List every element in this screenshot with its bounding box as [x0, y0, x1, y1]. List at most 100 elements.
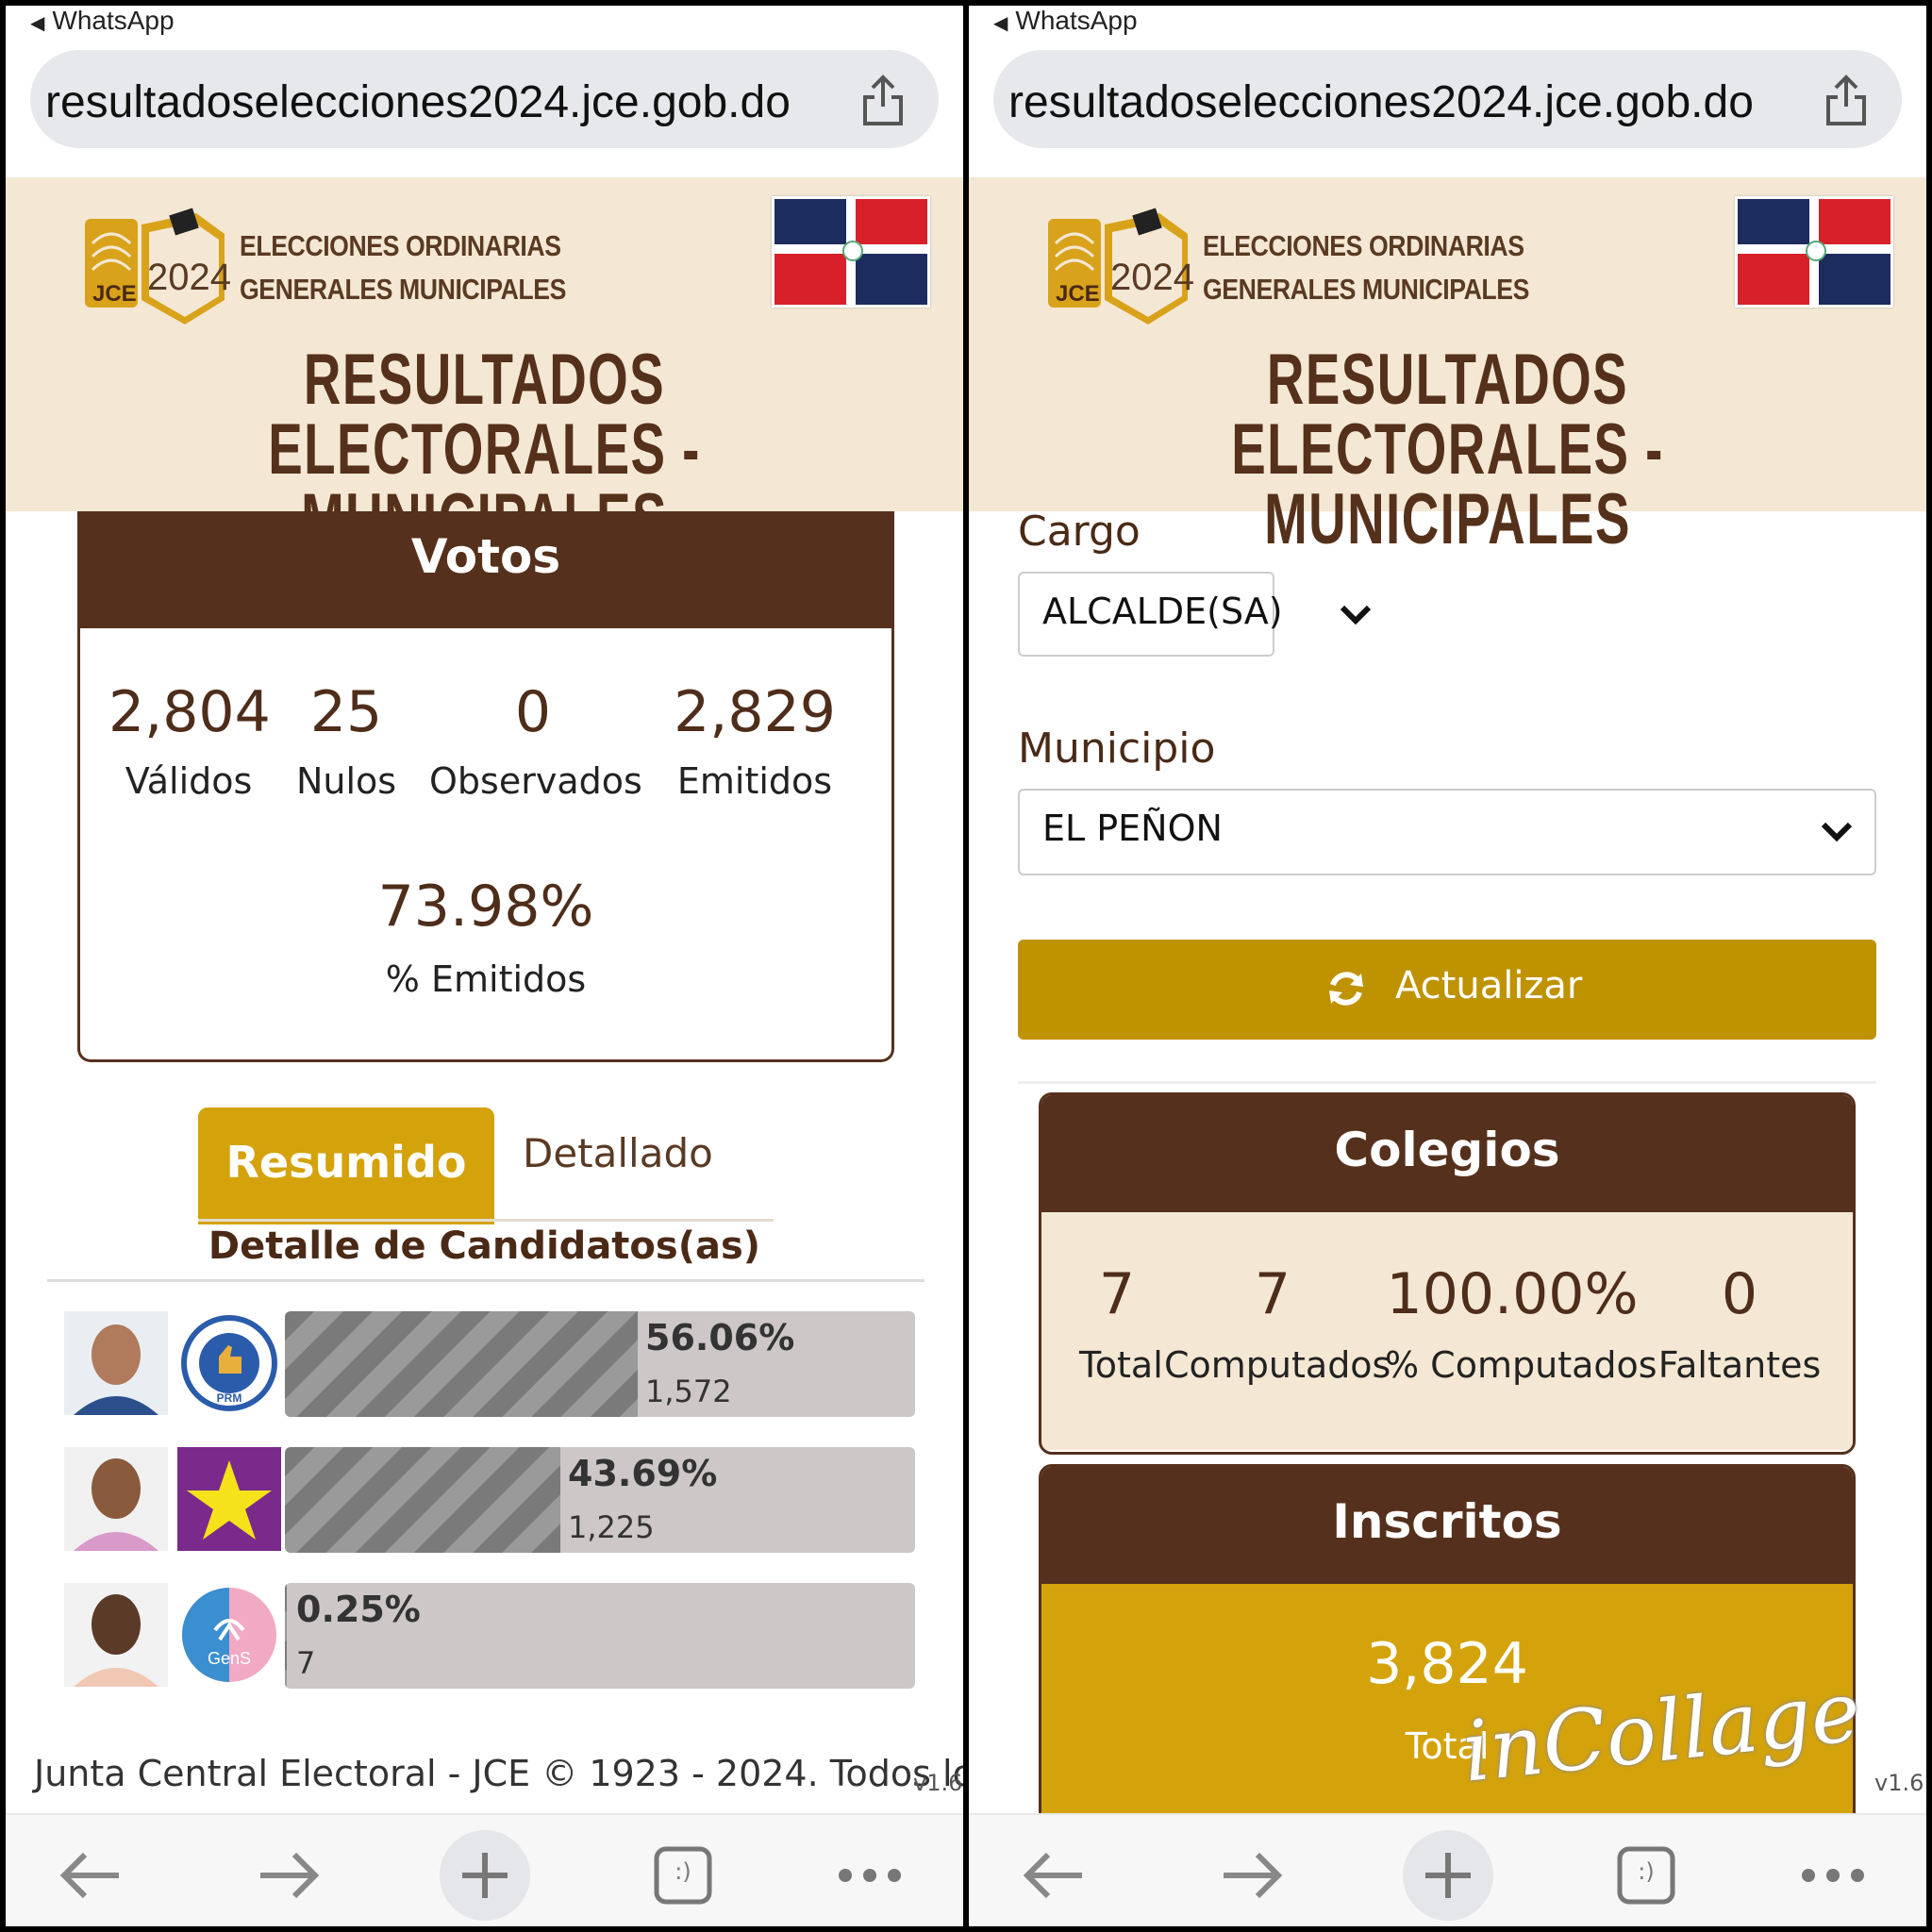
- address-bar[interactable]: resultadoselecciones2024.jce.gob.do: [30, 50, 939, 148]
- colegios-heading: Colegios: [1041, 1095, 1853, 1212]
- party-logo-text: PRM: [217, 1391, 242, 1405]
- site-header: JCE 2024 ELECCIONES ORDINARIAS GENERALES…: [6, 177, 963, 556]
- back-to-app[interactable]: ◀ WhatsApp: [30, 6, 175, 36]
- candidate-row: PRM 56.06% 1,572: [64, 1311, 919, 1421]
- stat-validos: 2,804 Válidos: [108, 679, 271, 802]
- version-label: v1.6: [913, 1770, 963, 1796]
- refresh-icon: [1329, 972, 1363, 1006]
- back-app-label: WhatsApp: [52, 6, 175, 35]
- candidate-votes: 7: [296, 1645, 316, 1681]
- pct-computados-label: % Computados: [1385, 1344, 1657, 1386]
- candidate-photo: [64, 1583, 168, 1687]
- back-triangle-icon: ◀: [993, 13, 1008, 34]
- stat-observados: 0 Observados: [429, 679, 642, 802]
- pct-emitidos-value: 73.98%: [377, 874, 594, 940]
- tabs-button[interactable]: :): [636, 1828, 730, 1923]
- stat-total: 7 Total: [1079, 1261, 1163, 1386]
- vote-bar-fill: [285, 1447, 560, 1553]
- forward-arrow-icon[interactable]: [1205, 1828, 1299, 1923]
- back-app-label: WhatsApp: [1015, 6, 1138, 35]
- party-logo-text: GenS: [208, 1649, 251, 1668]
- municipio-select[interactable]: EL PEÑON: [1018, 789, 1876, 875]
- cargo-label: Cargo: [1018, 511, 1141, 556]
- address-bar[interactable]: resultadoselecciones2024.jce.gob.do: [993, 50, 1902, 148]
- candidate-photo: [64, 1311, 168, 1415]
- observados-label: Observados: [429, 760, 642, 802]
- gens-party-logo: GenS: [182, 1588, 276, 1682]
- right-screenshot: ◀ WhatsApp resultadoselecciones2024.jce.g…: [969, 6, 1926, 1926]
- chevron-down-icon: [1821, 822, 1853, 842]
- nulos-label: Nulos: [295, 760, 397, 802]
- footer-copyright: Junta Central Electoral - JCE © 1923 - 2…: [34, 1753, 963, 1794]
- logo-year-text: 2024: [1110, 257, 1194, 298]
- more-options-icon[interactable]: [1786, 1828, 1880, 1923]
- share-icon[interactable]: [1823, 75, 1870, 127]
- computados-label: Computados: [1164, 1344, 1391, 1386]
- election-name: ELECCIONES ORDINARIAS GENERALES MUNICIPA…: [1203, 225, 1529, 311]
- stat-pct-emitidos: 73.98% % Emitidos: [80, 874, 891, 1000]
- tabs-button[interactable]: :): [1599, 1828, 1693, 1923]
- left-screenshot: ◀ WhatsApp resultadoselecciones2024.jce.g…: [6, 6, 963, 1926]
- forward-arrow-icon[interactable]: [242, 1828, 336, 1923]
- logo-jce-text: JCE: [92, 281, 137, 307]
- heading-divider: [47, 1279, 924, 1282]
- votos-card: Votos 2,804 Válidos 25 Nulos 0 Observado…: [77, 511, 894, 1062]
- stat-computados: 7 Computados: [1164, 1261, 1391, 1386]
- candidates-heading: Detalle de Candidatos(as): [208, 1224, 761, 1268]
- tabs-face-text: :): [675, 1858, 691, 1885]
- election-line-2: GENERALES MUNICIPALES: [240, 273, 566, 306]
- star-party-logo: [177, 1447, 281, 1551]
- back-to-app[interactable]: ◀ WhatsApp: [993, 6, 1138, 36]
- candidate-photo: [64, 1447, 168, 1551]
- chevron-down-icon[interactable]: [1337, 596, 1374, 634]
- section-divider: [1018, 1081, 1876, 1084]
- computados-value: 7: [1254, 1261, 1291, 1327]
- candidate-percent: 43.69%: [568, 1453, 718, 1494]
- observados-value: 0: [514, 679, 552, 745]
- pct-computados-value: 100.00%: [1386, 1261, 1639, 1327]
- logo-jce-text: JCE: [1056, 281, 1100, 307]
- candidate-percent: 0.25%: [296, 1589, 421, 1630]
- new-tab-plus-icon[interactable]: [1401, 1828, 1495, 1923]
- new-tab-plus-icon[interactable]: [438, 1828, 532, 1923]
- back-arrow-icon[interactable]: [1007, 1828, 1101, 1923]
- colegios-card: Colegios 7 Total 7 Computados 100.00% % …: [1039, 1092, 1856, 1455]
- total-label: Total: [1079, 1344, 1163, 1386]
- back-triangle-icon: ◀: [30, 13, 45, 34]
- tab-detallado[interactable]: Detallado: [523, 1130, 713, 1176]
- actualizar-label: Actualizar: [1395, 964, 1583, 1008]
- validos-label: Válidos: [125, 760, 253, 802]
- version-label: v1.6: [1874, 1770, 1924, 1796]
- browser-toolbar: :): [969, 1813, 1926, 1926]
- vote-bar-fill: [285, 1583, 287, 1689]
- actualizar-button[interactable]: Actualizar: [1018, 940, 1876, 1040]
- vote-bar-fill: [285, 1311, 638, 1417]
- candidate-votes: 1,572: [645, 1374, 732, 1409]
- tabs-face-text: :): [1638, 1858, 1655, 1885]
- page-title-line-1: RESULTADOS ELECTORALES -: [268, 340, 701, 490]
- share-icon[interactable]: [859, 75, 907, 127]
- votos-heading: Votos: [80, 511, 891, 628]
- back-arrow-icon[interactable]: [43, 1828, 138, 1923]
- url-text: resultadoselecciones2024.jce.gob.do: [45, 77, 791, 127]
- dominican-flag: [1735, 196, 1893, 308]
- browser-toolbar: :): [6, 1813, 963, 1926]
- results-content: Votos 2,804 Válidos 25 Nulos 0 Observado…: [6, 511, 963, 1813]
- tab-resumido[interactable]: Resumido: [198, 1108, 494, 1224]
- election-name: ELECCIONES ORDINARIAS GENERALES MUNICIPA…: [240, 225, 566, 311]
- stat-faltantes: 0 Faltantes: [1645, 1261, 1834, 1386]
- stat-emitidos: 2,829 Emitidos: [665, 679, 844, 802]
- nulos-value: 25: [309, 679, 383, 745]
- faltantes-label: Faltantes: [1657, 1344, 1822, 1386]
- election-line-1: ELECCIONES ORDINARIAS: [240, 229, 561, 262]
- vote-bar: 0.25% 7: [285, 1583, 915, 1689]
- municipio-value: EL PEÑON: [1042, 808, 1223, 849]
- faltantes-value: 0: [1721, 1261, 1758, 1327]
- cargo-value: ALCALDE(SA): [1042, 591, 1283, 632]
- dominican-flag: [772, 196, 930, 308]
- vote-bar: 56.06% 1,572: [285, 1311, 915, 1417]
- cargo-select[interactable]: ALCALDE(SA): [1018, 572, 1283, 657]
- more-options-icon[interactable]: [823, 1828, 917, 1923]
- election-line-1: ELECCIONES ORDINARIAS: [1203, 229, 1524, 262]
- colegios-body: 7 Total 7 Computados 100.00% % Computado…: [1041, 1212, 1853, 1450]
